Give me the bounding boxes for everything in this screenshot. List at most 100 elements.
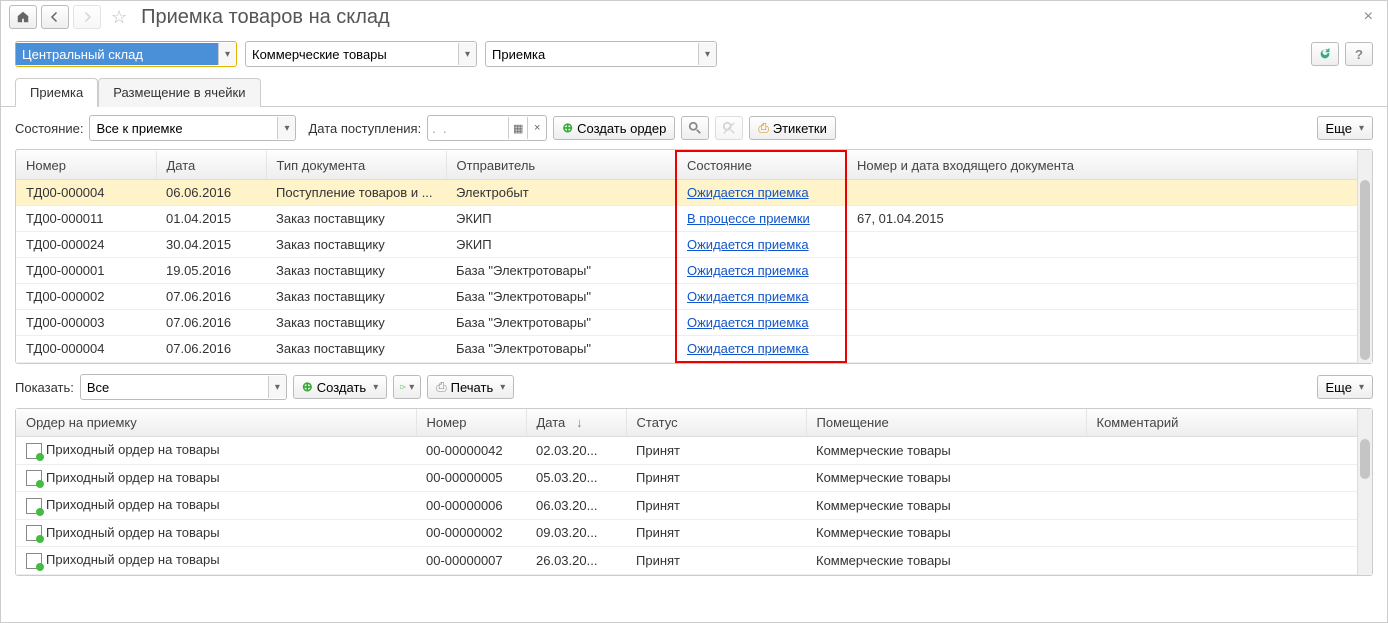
scrollbar[interactable] [1357,150,1372,363]
cell-status: Принят [626,492,806,520]
table-row[interactable]: ТД00-00000207.06.2016Заказ поставщикуБаз… [16,284,1372,310]
search-button[interactable] [681,116,709,140]
cell-comment [1086,547,1372,575]
table-row[interactable]: Приходный ордер на товары00-0000000209.0… [16,519,1372,547]
warehouse-dropdown-icon[interactable]: ▾ [218,43,236,65]
goods-type-combo[interactable]: ▾ [245,41,477,67]
state-link[interactable]: Ожидается приемка [687,237,809,252]
state-filter-dropdown-icon[interactable]: ▾ [277,117,295,139]
document-icon [26,525,42,541]
date-clear-icon[interactable]: × [527,117,546,139]
refresh-button[interactable] [1311,42,1339,66]
cell-comment [1086,519,1372,547]
cell-state[interactable]: Ожидается приемка [676,232,846,258]
help-button[interactable]: ? [1345,42,1373,66]
state-link[interactable]: Ожидается приемка [687,263,809,278]
col-order[interactable]: Ордер на приемку [16,409,416,437]
state-filter-combo[interactable]: ▾ [89,115,296,141]
cell-num: ТД00-000003 [16,310,156,336]
table-row[interactable]: ТД00-00000119.05.2016Заказ поставщикуБаз… [16,258,1372,284]
cell-num: ТД00-000011 [16,206,156,232]
state-filter-input[interactable] [90,117,277,139]
cell-state[interactable]: Ожидается приемка [676,284,846,310]
cell-state[interactable]: Ожидается приемка [676,336,846,363]
goods-type-input[interactable] [246,43,458,65]
home-button[interactable] [9,5,37,29]
state-link[interactable]: Ожидается приемка [687,315,809,330]
goods-type-dropdown-icon[interactable]: ▾ [458,43,476,65]
cell-state[interactable]: В процессе приемки [676,206,846,232]
cell-num: ТД00-000024 [16,232,156,258]
state-link[interactable]: В процессе приемки [687,211,810,226]
state-link[interactable]: Ожидается приемка [687,289,809,304]
more-button-2[interactable]: Еще▾ [1317,375,1373,399]
table-row[interactable]: Приходный ордер на товары00-0000000606.0… [16,492,1372,520]
show-filter-dropdown-icon[interactable]: ▾ [268,376,286,398]
col-order-date[interactable]: Дата ↓ [526,409,626,437]
cell-incoming [846,284,1372,310]
cell-num: ТД00-000004 [16,336,156,363]
scroll-thumb[interactable] [1360,439,1370,479]
cell-type: Заказ поставщику [266,336,446,363]
cell-state[interactable]: Ожидается приемка [676,180,846,206]
cell-state[interactable]: Ожидается приемка [676,310,846,336]
col-date[interactable]: Дата [156,151,266,180]
operation-combo[interactable]: ▾ [485,41,717,67]
tab-reception[interactable]: Приемка [15,78,98,107]
table-row[interactable]: ТД00-00000407.06.2016Заказ поставщикуБаз… [16,336,1372,363]
cell-room: Коммерческие товары [806,464,1086,492]
cell-sender: База "Электротовары" [446,310,676,336]
col-incoming[interactable]: Номер и дата входящего документа [846,151,1372,180]
document-icon [26,553,42,569]
state-link[interactable]: Ожидается приемка [687,185,809,200]
table-row[interactable]: Приходный ордер на товары00-0000004202.0… [16,437,1372,465]
date-filter-input[interactable] [428,121,508,136]
cell-order-num: 00-00000042 [416,437,526,465]
cell-type: Заказ поставщику [266,310,446,336]
cell-sender: ЭКИП [446,206,676,232]
create-button[interactable]: ⊕Создать▾ [293,375,387,399]
state-link[interactable]: Ожидается приемка [687,341,809,356]
operation-input[interactable] [486,43,698,65]
cell-sender: База "Электротовары" [446,336,676,363]
table-row[interactable]: ТД00-00001101.04.2015Заказ поставщикуЭКИ… [16,206,1372,232]
close-button[interactable]: × [1358,8,1379,26]
col-sender[interactable]: Отправитель [446,151,676,180]
col-number[interactable]: Номер [16,151,156,180]
table-row[interactable]: ТД00-00002430.04.2015Заказ поставщикуЭКИ… [16,232,1372,258]
scroll-thumb[interactable] [1360,180,1370,360]
date-filter-field[interactable]: ▦ × [427,115,547,141]
col-state[interactable]: Состояние [676,151,846,180]
cell-state[interactable]: Ожидается приемка [676,258,846,284]
forward-button[interactable] [73,5,101,29]
back-button[interactable] [41,5,69,29]
show-filter-input[interactable] [81,376,268,398]
col-order-num[interactable]: Номер [416,409,526,437]
warehouse-input[interactable] [16,43,218,65]
table-row[interactable]: ТД00-00000307.06.2016Заказ поставщикуБаз… [16,310,1372,336]
print-button[interactable]: ⎙Печать▾ [427,375,514,399]
table-row[interactable]: ТД00-00000406.06.2016Поступление товаров… [16,180,1372,206]
scrollbar[interactable] [1357,409,1372,575]
calendar-icon[interactable]: ▦ [508,117,527,139]
table-row[interactable]: Приходный ордер на товары00-0000000726.0… [16,547,1372,575]
more-button[interactable]: Еще▾ [1317,116,1373,140]
clear-search-button[interactable] [715,116,743,140]
favorite-icon[interactable]: ☆ [111,7,127,28]
col-status[interactable]: Статус [626,409,806,437]
operation-dropdown-icon[interactable]: ▾ [698,43,716,65]
cell-order: Приходный ордер на товары [16,519,416,547]
create-order-button[interactable]: ⊕Создать ордер [553,116,675,140]
labels-button[interactable]: ⎙Этикетки [749,116,836,140]
show-filter-combo[interactable]: ▾ [80,374,287,400]
based-on-button[interactable]: ▾ [393,375,421,399]
col-room[interactable]: Помещение [806,409,1086,437]
table-row[interactable]: Приходный ордер на товары00-0000000505.0… [16,464,1372,492]
chevron-down-icon: ▾ [373,382,378,393]
col-comment[interactable]: Комментарий [1086,409,1372,437]
warehouse-combo[interactable]: ▾ [15,41,237,67]
tab-placement[interactable]: Размещение в ячейки [98,78,260,107]
cell-comment [1086,437,1372,465]
col-type[interactable]: Тип документа [266,151,446,180]
cell-type: Заказ поставщику [266,258,446,284]
